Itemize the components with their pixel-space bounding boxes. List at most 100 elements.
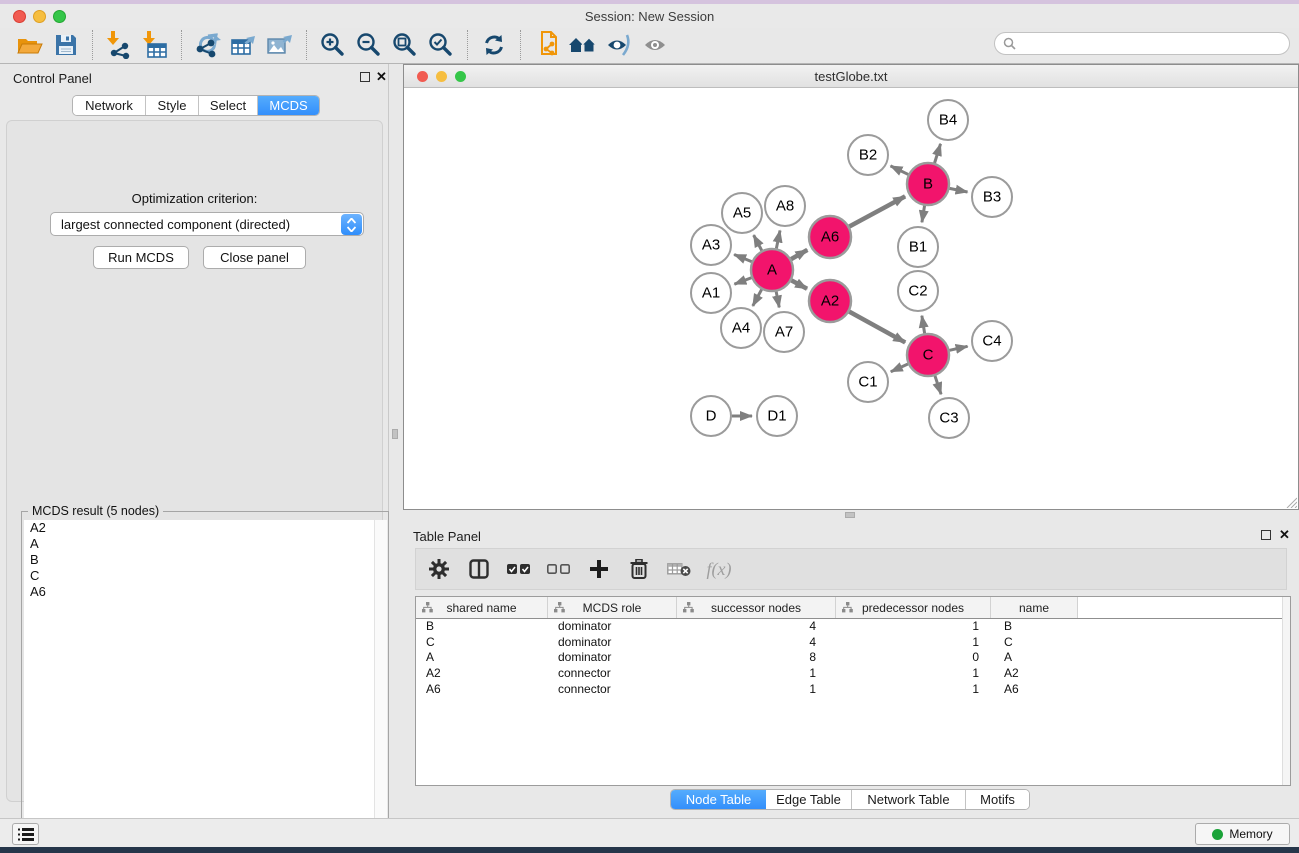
node-C[interactable]: C	[907, 334, 949, 376]
float-panel-icon[interactable]	[360, 72, 370, 82]
zoom-selected-icon[interactable]	[423, 28, 459, 62]
table-row[interactable]: Bdominator41B	[416, 619, 1290, 635]
node-A[interactable]: A	[751, 249, 793, 291]
node-D[interactable]: D	[691, 396, 731, 436]
node-B[interactable]: B	[907, 163, 949, 205]
node-B2[interactable]: B2	[848, 135, 888, 175]
edge-B-B1[interactable]	[922, 206, 925, 223]
edge-A-A7[interactable]	[776, 292, 779, 308]
deselect-all-checkboxes-icon[interactable]	[546, 554, 572, 584]
export-image-icon[interactable]	[262, 28, 298, 62]
node-A4[interactable]: A4	[721, 308, 761, 348]
node-A2[interactable]: A2	[809, 280, 851, 322]
close-table-panel-icon[interactable]: ✕	[1279, 527, 1290, 543]
hide-selected-icon[interactable]	[601, 28, 637, 62]
node-A6[interactable]: A6	[809, 216, 851, 258]
show-all-icon[interactable]	[637, 28, 673, 62]
node-C4[interactable]: C4	[972, 321, 1012, 361]
edge-B-B2[interactable]	[891, 166, 909, 175]
node-B4[interactable]: B4	[928, 100, 968, 140]
zoom-in-icon[interactable]	[315, 28, 351, 62]
node-C2[interactable]: C2	[898, 271, 938, 311]
run-mcds-button[interactable]: Run MCDS	[93, 246, 189, 269]
tab-style[interactable]: Style	[146, 96, 199, 115]
node-A7[interactable]: A7	[764, 312, 804, 352]
mcds-result-item[interactable]: A	[24, 536, 387, 552]
delete-columns-icon[interactable]	[626, 554, 652, 584]
table-scrollbar[interactable]	[1282, 597, 1290, 785]
node-C1[interactable]: C1	[848, 362, 888, 402]
new-network-from-selection-icon[interactable]	[529, 28, 565, 62]
open-file-icon[interactable]	[12, 28, 48, 62]
add-column-icon[interactable]	[586, 554, 612, 584]
edge-B-B3[interactable]	[950, 188, 968, 192]
horizontal-split-handle[interactable]	[845, 512, 855, 518]
export-table-icon[interactable]	[226, 28, 262, 62]
edge-A-A4[interactable]	[753, 289, 762, 306]
edge-B-B4[interactable]	[935, 144, 941, 163]
function-builder-icon[interactable]: f(x)	[706, 554, 732, 584]
zoom-out-icon[interactable]	[351, 28, 387, 62]
vertical-split-handle[interactable]	[392, 429, 398, 439]
tab-network-table[interactable]: Network Table	[852, 790, 966, 809]
delete-table-icon[interactable]	[666, 554, 692, 584]
optimization-criterion-dropdown[interactable]: largest connected component (directed)	[50, 212, 364, 236]
mcds-result-item[interactable]: A6	[24, 584, 387, 600]
column-header-name[interactable]: name	[991, 597, 1078, 618]
refresh-view-icon[interactable]	[476, 28, 512, 62]
column-header-predecessor-nodes[interactable]: predecessor nodes	[836, 597, 991, 618]
mcds-result-item[interactable]: A2	[24, 520, 387, 536]
tab-edge-table[interactable]: Edge Table	[766, 790, 852, 809]
node-C3[interactable]: C3	[929, 398, 969, 438]
table-row[interactable]: A6connector11A6	[416, 682, 1290, 698]
edge-C-C2[interactable]	[922, 316, 925, 334]
node-A5[interactable]: A5	[722, 193, 762, 233]
column-header-shared-name[interactable]: shared name	[416, 597, 548, 618]
edge-A-A2[interactable]	[791, 280, 807, 288]
first-neighbors-icon[interactable]	[565, 28, 601, 62]
edge-C-C3[interactable]	[935, 376, 941, 394]
mcds-result-item[interactable]: C	[24, 568, 387, 584]
save-session-icon[interactable]	[48, 28, 84, 62]
table-row[interactable]: A2connector11A2	[416, 666, 1290, 682]
search-input[interactable]	[1021, 37, 1271, 51]
node-A8[interactable]: A8	[765, 186, 805, 226]
edge-A-A5[interactable]	[754, 235, 762, 250]
network-window-titlebar[interactable]: testGlobe.txt	[404, 65, 1298, 88]
tab-node-table[interactable]: Node Table	[671, 790, 766, 809]
node-B3[interactable]: B3	[972, 177, 1012, 217]
edge-C-C4[interactable]	[949, 346, 967, 350]
show-columns-icon[interactable]	[466, 554, 492, 584]
edge-A6-B[interactable]	[849, 196, 905, 226]
import-network-icon[interactable]	[101, 28, 137, 62]
table-row[interactable]: Cdominator41C	[416, 635, 1290, 651]
table-options-icon[interactable]	[426, 554, 452, 584]
tab-motifs[interactable]: Motifs	[966, 790, 1029, 809]
node-A1[interactable]: A1	[691, 273, 731, 313]
mcds-result-item[interactable]: B	[24, 552, 387, 568]
node-table[interactable]: shared nameMCDS rolesuccessor nodesprede…	[415, 596, 1291, 786]
export-network-icon[interactable]	[190, 28, 226, 62]
tab-mcds[interactable]: MCDS	[258, 96, 319, 115]
memory-button[interactable]: Memory	[1195, 823, 1290, 845]
edge-A-A8[interactable]	[776, 230, 780, 248]
float-table-panel-icon[interactable]	[1261, 530, 1271, 540]
list-scrollbar[interactable]	[374, 520, 387, 853]
edge-A2-C[interactable]	[849, 312, 905, 343]
column-header-MCDS-role[interactable]: MCDS role	[548, 597, 677, 618]
mcds-result-list[interactable]: A2ABCA6	[24, 520, 387, 853]
close-panel-icon[interactable]: ✕	[376, 69, 387, 85]
node-D1[interactable]: D1	[757, 396, 797, 436]
search-field[interactable]	[994, 32, 1290, 55]
table-row[interactable]: Adominator80A	[416, 650, 1290, 666]
zoom-fit-icon[interactable]	[387, 28, 423, 62]
edge-A-A1[interactable]	[734, 278, 751, 284]
window-resize-grip[interactable]	[1284, 495, 1297, 508]
close-panel-button[interactable]: Close panel	[203, 246, 306, 269]
node-B1[interactable]: B1	[898, 227, 938, 267]
edge-A-A3[interactable]	[734, 254, 752, 261]
edge-C-C1[interactable]	[891, 364, 908, 372]
node-A3[interactable]: A3	[691, 225, 731, 265]
task-history-button[interactable]	[12, 823, 39, 845]
column-header-successor-nodes[interactable]: successor nodes	[677, 597, 836, 618]
